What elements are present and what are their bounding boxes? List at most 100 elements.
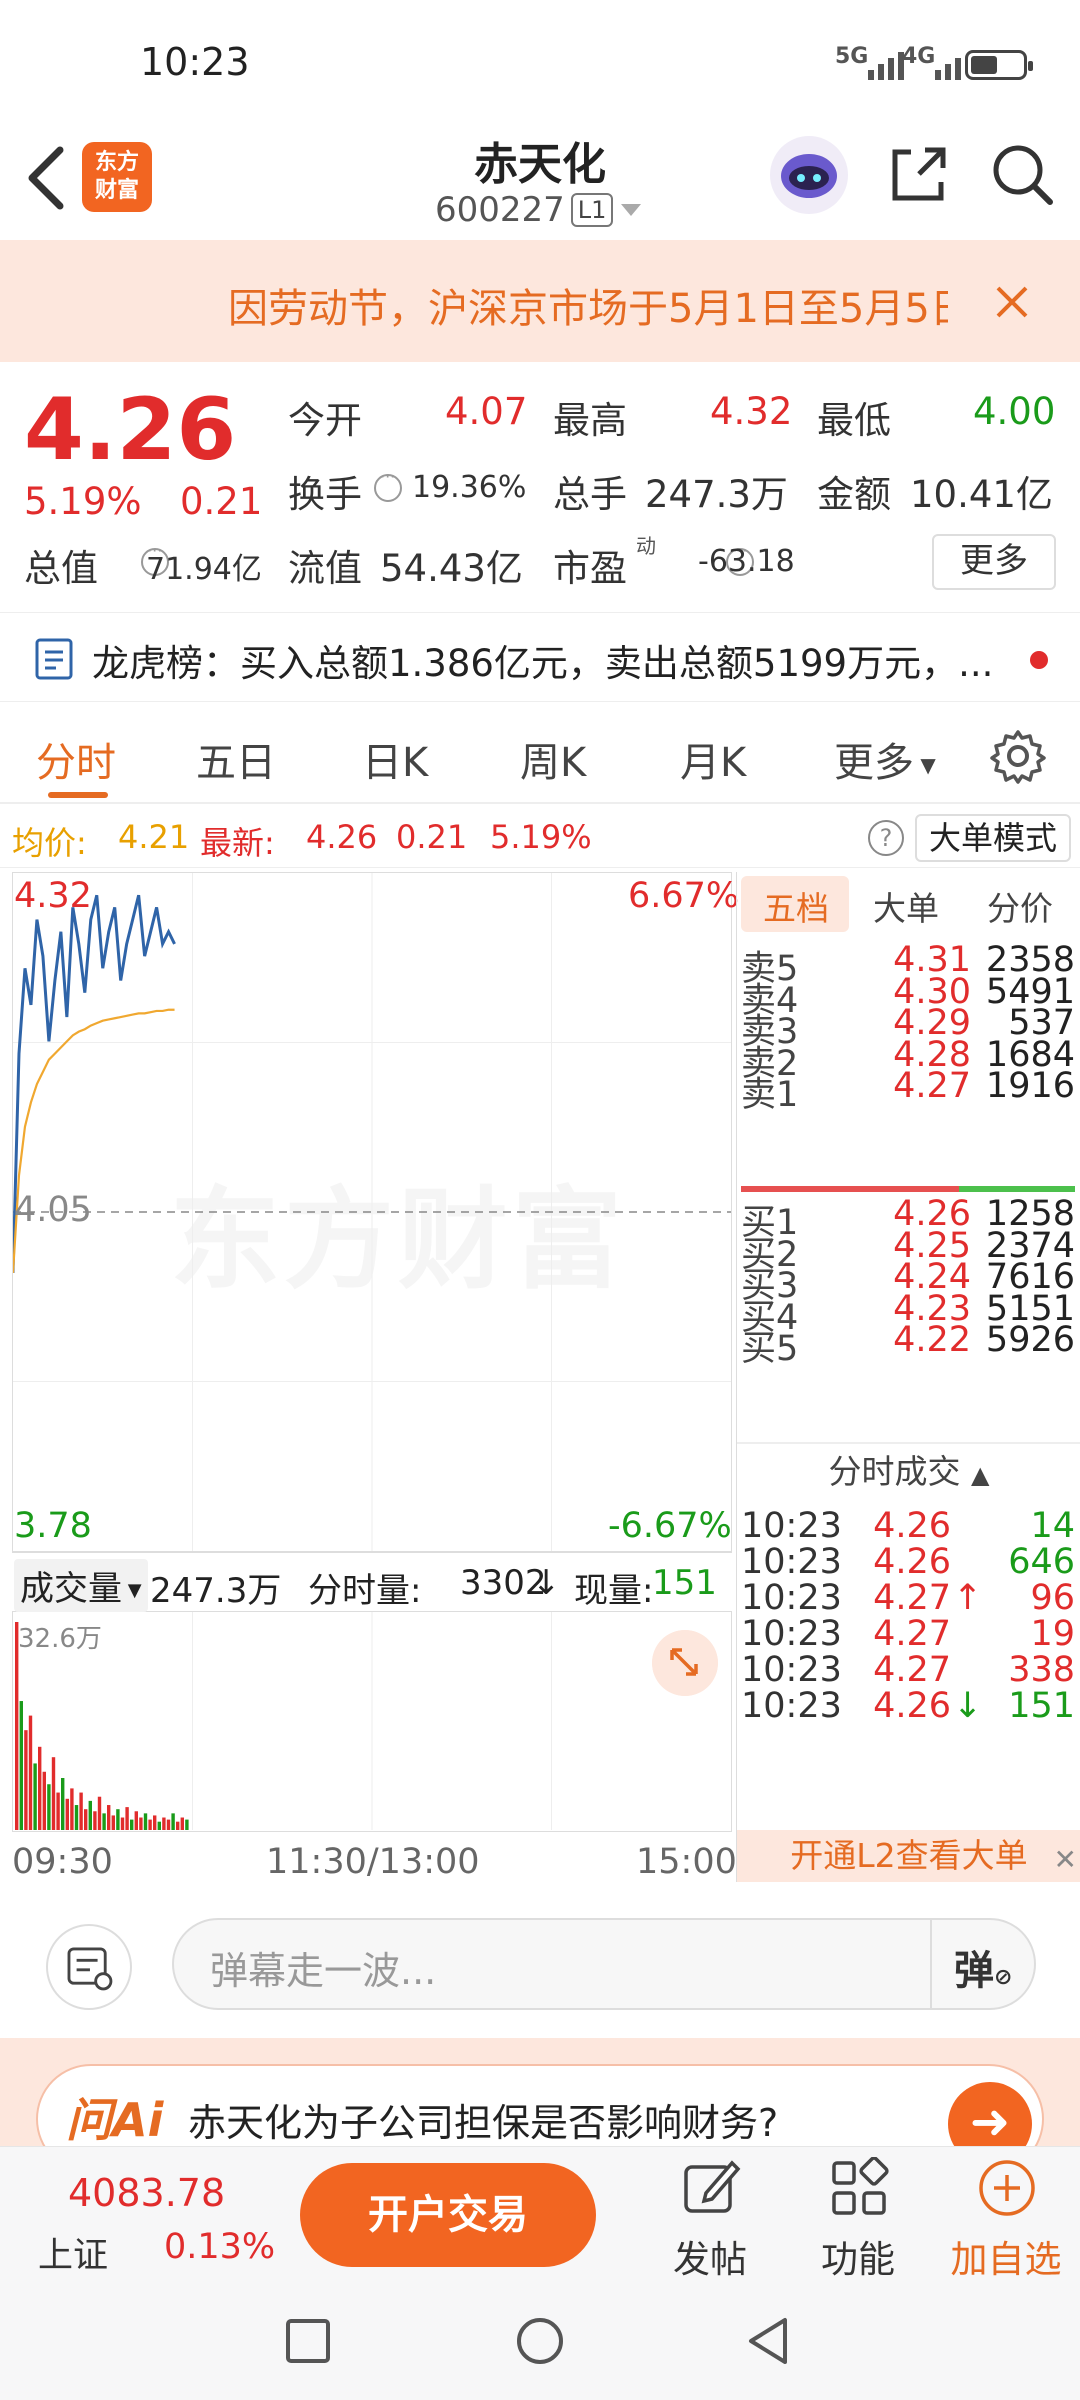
volume-bar bbox=[134, 1811, 138, 1830]
order-book: 五档 大单 分价 卖5 4.31 2358 卖4 4.30 5491 卖3 4.29 537 卖2… bbox=[736, 872, 1080, 1882]
float-value: 54.43亿 bbox=[380, 547, 523, 590]
tab-intraday[interactable]: 分时 bbox=[36, 730, 116, 788]
functions-button[interactable]: 功能 bbox=[798, 2147, 918, 2281]
home-icon[interactable] bbox=[515, 2316, 565, 2366]
danmaku-input[interactable]: 弹幕走一波... 弹⊘ bbox=[172, 1918, 1036, 2010]
time-axis: 09:30 11:30/13:00 15:00 bbox=[12, 1838, 737, 1888]
trades-header[interactable]: 分时成交 ▲ bbox=[737, 1442, 1080, 1500]
trade-volume: 646 bbox=[1008, 1542, 1075, 1582]
mcap-value: 71.94亿 bbox=[146, 552, 262, 587]
pct-tick-top: 6.67% bbox=[628, 876, 740, 916]
volume-bar bbox=[47, 1784, 51, 1830]
level-label: 卖1 bbox=[741, 1075, 799, 1115]
recent-apps-icon[interactable] bbox=[285, 2318, 331, 2364]
divider bbox=[930, 1920, 932, 2008]
tab-five-levels[interactable]: 五档 bbox=[763, 882, 829, 930]
comment-list-icon[interactable] bbox=[46, 1924, 132, 2010]
current-volume-label: 现量: bbox=[574, 1571, 654, 1611]
tab-monthly-k[interactable]: 月K bbox=[680, 730, 746, 788]
pe-label: 市盈 bbox=[553, 547, 627, 590]
big-order-mode-button[interactable]: 大单模式 bbox=[915, 814, 1071, 862]
trade-time: 10:23 bbox=[741, 1542, 842, 1582]
volume-chart bbox=[12, 1612, 732, 1832]
volume-selector[interactable]: 成交量 ▼ bbox=[14, 1559, 148, 1612]
stock-code: 600227 bbox=[435, 190, 565, 230]
trade-volume: 338 bbox=[1008, 1650, 1075, 1690]
trade-price: 4.26 bbox=[873, 1542, 951, 1582]
tab-more[interactable]: 更多 ▼ bbox=[834, 730, 936, 788]
signal-icon bbox=[868, 44, 904, 80]
open-label: 今开 bbox=[288, 399, 362, 442]
amount-label: 金额 bbox=[817, 473, 891, 516]
stock-code-selector[interactable]: 600227 L1 bbox=[435, 190, 643, 230]
close-icon[interactable]: ✕ bbox=[1054, 1834, 1077, 1886]
add-watchlist-button[interactable]: 加自选 bbox=[946, 2147, 1066, 2281]
change-percent: 5.19% bbox=[24, 480, 142, 523]
volume-bar bbox=[93, 1811, 97, 1830]
high-value: 4.32 bbox=[710, 390, 793, 433]
average-price-line bbox=[13, 1008, 175, 1273]
y-tick-mid: 4.05 bbox=[14, 1190, 92, 1230]
plus-circle-icon bbox=[979, 2160, 1035, 2216]
help-icon[interactable]: ? bbox=[868, 820, 904, 856]
volume-bar bbox=[125, 1807, 129, 1830]
tab-daily-k[interactable]: 日K bbox=[362, 730, 428, 788]
volume-bar bbox=[33, 1763, 37, 1830]
volume-bar bbox=[97, 1796, 102, 1830]
info-icon[interactable] bbox=[374, 467, 402, 502]
current-volume-value: 151 bbox=[652, 1563, 717, 1603]
dragon-tiger-bar[interactable]: 龙虎榜：买入总额1.386亿元，卖出总额5199万元，... bbox=[0, 612, 1080, 702]
status-time: 10:23 bbox=[140, 40, 250, 84]
volume-bar bbox=[176, 1821, 180, 1830]
back-icon[interactable] bbox=[745, 2316, 791, 2366]
volume-bar bbox=[120, 1817, 125, 1830]
open-account-trade-button[interactable]: 开户交易 bbox=[300, 2163, 596, 2267]
danmaku-toggle-button[interactable]: 弹⊘ bbox=[954, 1938, 1012, 1996]
robot-assistant-icon[interactable] bbox=[770, 136, 848, 214]
dragon-tiger-text: 龙虎榜：买入总额1.386亿元，卖出总额5199万元，... bbox=[92, 642, 994, 685]
close-icon[interactable] bbox=[990, 280, 1034, 324]
share-icon[interactable] bbox=[885, 142, 951, 208]
intraday-chart[interactable] bbox=[12, 872, 732, 1552]
tab-five-day[interactable]: 五日 bbox=[196, 730, 276, 788]
trade-row: 10:23 4.26 ↓ 151 bbox=[737, 1686, 1080, 1734]
order-book-divider bbox=[741, 1186, 1075, 1194]
post-button[interactable]: 发帖 bbox=[650, 2147, 770, 2281]
pct-tick-bottom: -6.67% bbox=[608, 1506, 732, 1546]
level-price: 4.22 bbox=[893, 1320, 971, 1360]
open-value: 4.07 bbox=[445, 390, 528, 433]
bid-row[interactable]: 买5 4.22 5926 bbox=[737, 1320, 1080, 1369]
trade-price: 4.27 bbox=[873, 1650, 951, 1690]
trade-volume: 19 bbox=[1030, 1614, 1075, 1654]
down-arrow-icon: ↓ bbox=[532, 1563, 561, 1603]
trade-time: 10:23 bbox=[741, 1650, 842, 1690]
ai-question-text: 赤天化为子公司担保是否影响财务? bbox=[188, 2101, 779, 2145]
turnover-label: 换手 bbox=[288, 473, 362, 516]
low-value: 4.00 bbox=[973, 390, 1056, 433]
ask-row[interactable]: 卖1 4.27 1916 bbox=[737, 1066, 1080, 1115]
volume-svg bbox=[15, 1612, 552, 1830]
status-bar: 10:23 5G 4G bbox=[0, 0, 1080, 120]
notice-banner[interactable]: 因劳动节，沪深京市场于5月1日至5月5日休市 bbox=[0, 240, 1080, 362]
level-price: 4.27 bbox=[893, 1066, 971, 1106]
minute-volume-label: 分时量: bbox=[308, 1571, 422, 1611]
trades-title: 分时成交 bbox=[828, 1452, 961, 1491]
volume-bar bbox=[24, 1730, 28, 1830]
expand-icon[interactable] bbox=[652, 1630, 718, 1696]
tab-big-orders[interactable]: 大单 bbox=[873, 882, 939, 930]
notice-text: 因劳动节，沪深京市场于5月1日至5月5日休市 bbox=[228, 286, 948, 332]
tab-weekly-k[interactable]: 周K bbox=[520, 730, 586, 788]
change-amount: 0.21 bbox=[180, 480, 263, 523]
tab-price-distribution[interactable]: 分价 bbox=[987, 882, 1053, 930]
volume-bar bbox=[74, 1805, 79, 1830]
volume-bar bbox=[61, 1778, 65, 1830]
search-icon[interactable] bbox=[988, 140, 1056, 208]
gear-icon[interactable] bbox=[990, 728, 1046, 784]
more-button[interactable]: 更多 bbox=[932, 534, 1056, 590]
network-5g-label: 5G bbox=[835, 44, 869, 69]
l2-upgrade-banner[interactable]: 开通L2查看大单 ✕ bbox=[737, 1830, 1080, 1882]
trade-volume: 96 bbox=[1030, 1578, 1075, 1618]
trade-price: 4.26 bbox=[873, 1506, 951, 1546]
latest-change: 0.21 bbox=[396, 818, 468, 856]
x-tick-close: 15:00 bbox=[636, 1842, 737, 1882]
